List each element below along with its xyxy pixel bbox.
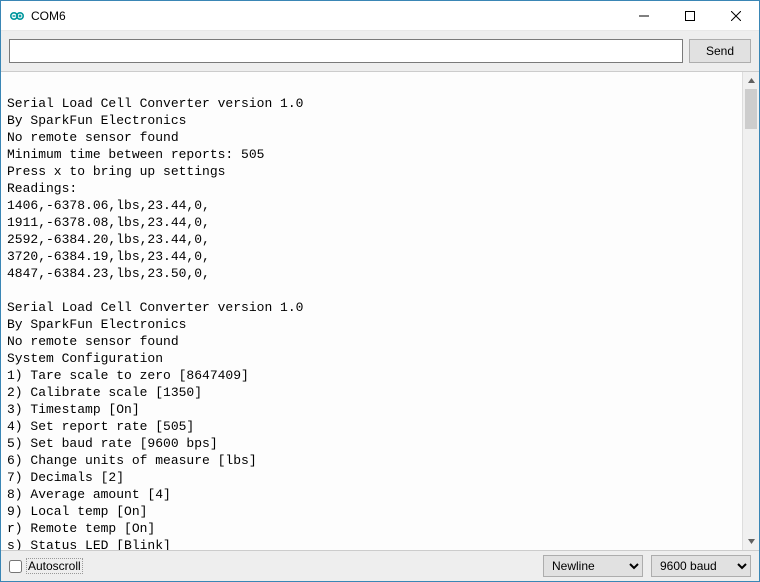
send-button[interactable]: Send [689, 39, 751, 63]
autoscroll-checkbox[interactable] [9, 560, 22, 573]
autoscroll-option[interactable]: Autoscroll [9, 558, 83, 574]
maximize-button[interactable] [667, 1, 713, 31]
autoscroll-label[interactable]: Autoscroll [26, 558, 83, 574]
window-title: COM6 [31, 9, 66, 23]
bottom-bar: Autoscroll No line endingNewlineCarriage… [1, 551, 759, 581]
titlebar: COM6 [1, 1, 759, 31]
close-button[interactable] [713, 1, 759, 31]
serial-output: Serial Load Cell Converter version 1.0 B… [1, 72, 742, 550]
scroll-track[interactable] [743, 89, 759, 533]
minimize-button[interactable] [621, 1, 667, 31]
scroll-thumb[interactable] [745, 89, 757, 129]
line-ending-select[interactable]: No line endingNewlineCarriage returnBoth… [543, 555, 643, 577]
scroll-up-button[interactable] [743, 72, 759, 89]
console-wrap: Serial Load Cell Converter version 1.0 B… [1, 71, 759, 551]
scrollbar[interactable] [742, 72, 759, 550]
baud-rate-select[interactable]: 300 baud1200 baud2400 baud4800 baud9600 … [651, 555, 751, 577]
serial-input[interactable] [9, 39, 683, 63]
scroll-down-button[interactable] [743, 533, 759, 550]
input-row: Send [1, 31, 759, 71]
arduino-icon [9, 8, 25, 24]
